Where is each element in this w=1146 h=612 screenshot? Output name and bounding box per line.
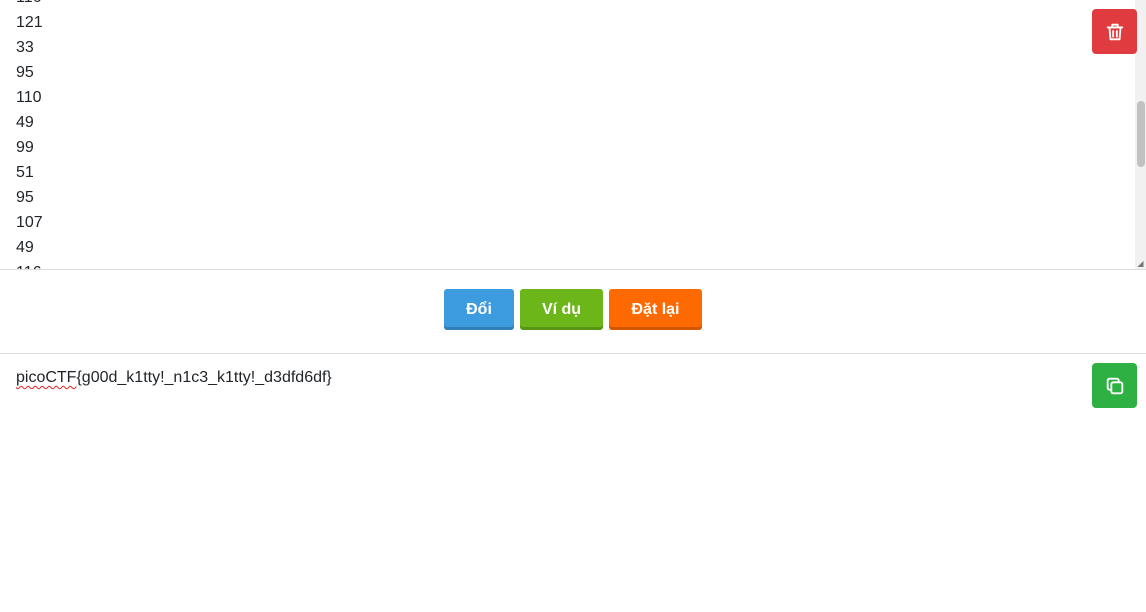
input-line: 121	[16, 14, 43, 31]
output-text-rest: {g00d_k1tty!_n1c3_k1tty!_d3dfd6df}	[76, 369, 332, 386]
input-line: 116	[16, 260, 43, 269]
reset-button[interactable]: Đặt lại	[609, 289, 702, 330]
output-textarea[interactable]: picoCTF{g00d_k1tty!_n1c3_k1tty!_d3dfd6df…	[0, 353, 1146, 612]
example-button[interactable]: Ví dụ	[520, 289, 603, 330]
resize-handle[interactable]: ◢	[1135, 258, 1146, 269]
action-buttons: Đổi Ví dụ Đặt lại	[0, 289, 1146, 333]
output-text: picoCTF{g00d_k1tty!_n1c3_k1tty!_d3dfd6df…	[16, 368, 332, 388]
input-line: 33	[16, 39, 34, 56]
trash-icon	[1106, 23, 1123, 40]
convert-button[interactable]: Đổi	[444, 289, 514, 330]
input-line: 107	[16, 214, 43, 231]
input-line: 49	[16, 114, 34, 131]
scrollbar-thumb[interactable]	[1137, 101, 1145, 167]
clear-input-button[interactable]	[1092, 9, 1137, 54]
input-line: 110	[16, 89, 42, 106]
input-line: 49	[16, 239, 34, 256]
output-text-misspelled: picoCTF	[16, 369, 77, 386]
copy-output-button[interactable]	[1092, 363, 1137, 408]
input-line: 99	[16, 139, 34, 156]
copy-icon	[1106, 377, 1123, 394]
input-line: 95	[16, 64, 34, 81]
input-lines: 116 121 33 95 110 49 99 51 95 107 49 116	[16, 0, 43, 269]
input-line: 95	[16, 189, 34, 206]
input-textarea[interactable]: 116 121 33 95 110 49 99 51 95 107 49 116…	[0, 0, 1146, 270]
input-line: 51	[16, 164, 34, 181]
input-line: 116	[16, 0, 43, 10]
